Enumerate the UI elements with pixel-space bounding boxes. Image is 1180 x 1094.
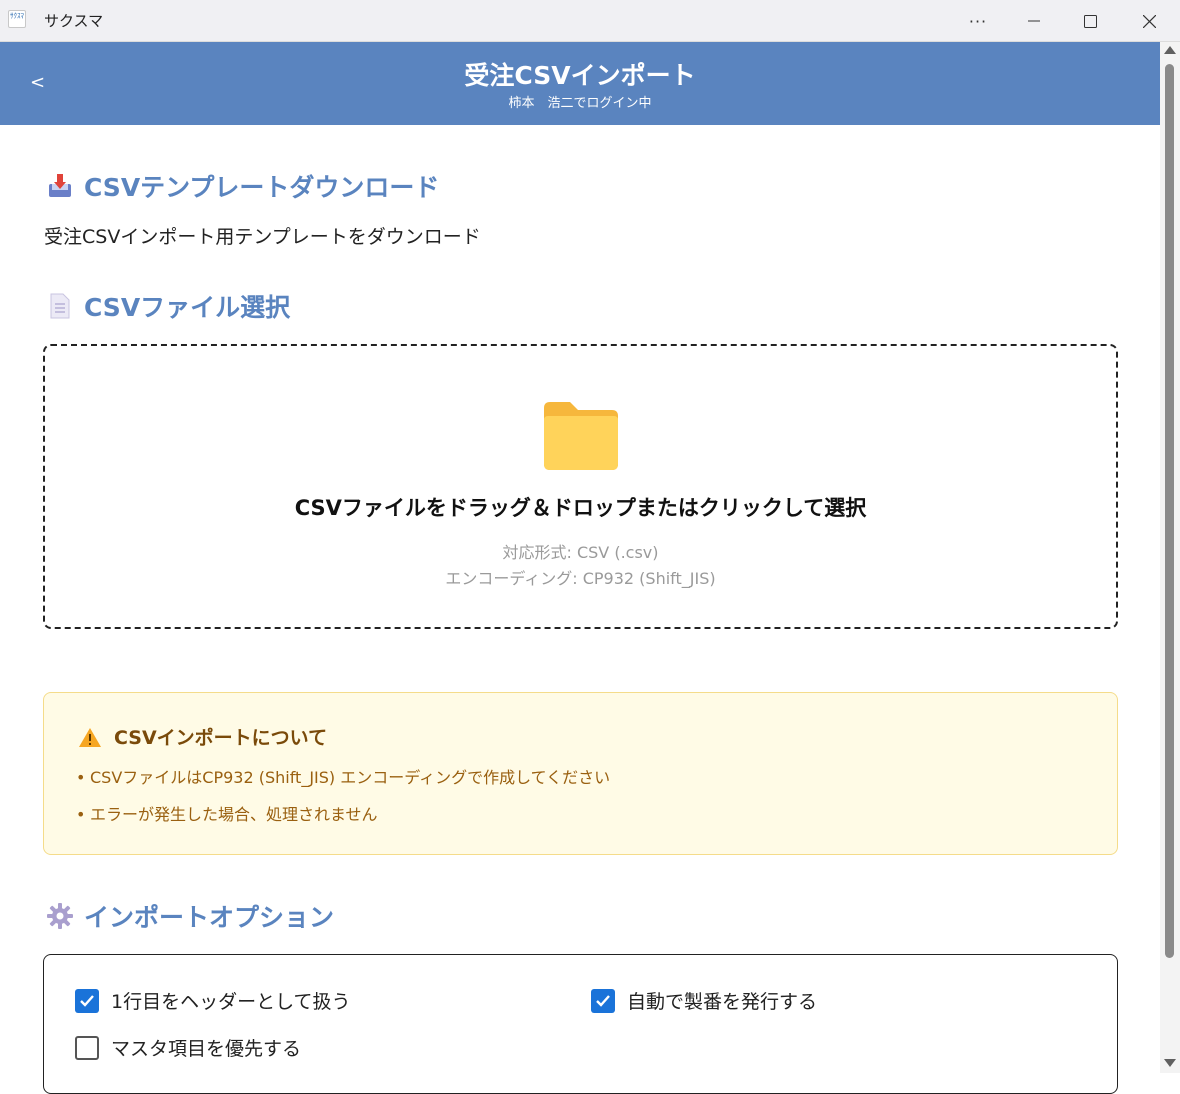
option-header-row[interactable]: 1行目をヘッダーとして扱う <box>75 987 351 1014</box>
import-options-heading: インポートオプション <box>46 898 334 934</box>
notice-title: CSVインポートについて <box>78 723 327 750</box>
file-select-label: CSVファイル選択 <box>84 293 291 322</box>
checkmark-icon <box>596 994 610 1007</box>
login-status: 柿本 浩二でログイン中 <box>508 96 652 111</box>
file-select-heading: CSVファイル選択 <box>46 288 290 324</box>
minimize-button[interactable] <box>1011 0 1057 42</box>
master-priority-checkbox[interactable] <box>75 1035 99 1060</box>
app-icon: ｻｸｽﾏ <box>8 10 26 28</box>
bullet: • <box>76 768 86 787</box>
more-options-button[interactable]: ··· <box>955 0 1001 42</box>
option-label: マスタ項目を優先する <box>111 1038 302 1060</box>
close-button[interactable] <box>1126 0 1172 42</box>
template-description: 受注CSVインポート用テンプレートをダウンロード <box>44 226 481 248</box>
scrollbar-thumb[interactable] <box>1165 64 1174 958</box>
csv-drop-zone[interactable]: CSVファイルをドラッグ＆ドロップまたはクリックして選択 対応形式: CSV (… <box>43 344 1118 629</box>
option-auto-serial[interactable]: 自動で製番を発行する <box>591 987 817 1014</box>
checkmark-icon <box>80 994 94 1007</box>
scroll-down-arrow-icon[interactable] <box>1164 1059 1176 1067</box>
maximize-icon <box>1083 14 1097 28</box>
option-label: 1行目をヘッダーとして扱う <box>111 991 351 1013</box>
encoding-text: エンコーディング: CP932 (Shift_JIS) <box>445 569 716 588</box>
more-icon: ··· <box>968 11 988 31</box>
header-row-checkbox[interactable] <box>75 988 99 1013</box>
supported-format-text: 対応形式: CSV (.csv) <box>502 543 659 562</box>
page-header: < 受注CSVインポート 柿本 浩二でログイン中 <box>0 42 1160 125</box>
import-options-label: インポートオプション <box>84 903 335 932</box>
gear-icon <box>47 903 73 929</box>
page-title: 受注CSVインポート <box>464 61 696 90</box>
window-title: サクスマ <box>44 12 104 30</box>
minimize-icon <box>1028 20 1040 22</box>
import-options-panel: 1行目をヘッダーとして扱う 自動で製番を発行する マスタ項目を優先する <box>43 954 1118 1094</box>
option-master-priority[interactable]: マスタ項目を優先する <box>75 1034 301 1061</box>
maximize-button[interactable] <box>1067 0 1113 42</box>
notice-item-text: エラーが発生した場合、処理されません <box>90 805 378 824</box>
scroll-up-arrow-icon[interactable] <box>1164 46 1176 54</box>
notice-item: • エラーが発生した場合、処理されません <box>76 801 378 825</box>
warning-icon <box>79 727 101 747</box>
auto-serial-checkbox[interactable] <box>591 988 615 1013</box>
notice-item: • CSVファイルはCP932 (Shift_JIS) エンコーディングで作成して… <box>76 764 610 788</box>
notice-title-text: CSVインポートについて <box>114 727 328 749</box>
template-download-heading[interactable]: CSVテンプレートダウンロード <box>46 168 439 204</box>
drop-zone-instruction: CSVファイルをドラッグ＆ドロップまたはクリックして選択 <box>294 496 867 520</box>
document-icon <box>50 293 70 319</box>
close-icon <box>1142 14 1156 28</box>
window-title-bar: ｻｸｽﾏ サクスマ ··· <box>0 0 1180 42</box>
bullet: • <box>76 805 86 824</box>
template-download-label: CSVテンプレートダウンロード <box>84 173 440 202</box>
inbox-download-icon <box>49 174 71 197</box>
import-notice: CSVインポートについて • CSVファイルはCP932 (Shift_JIS) … <box>43 692 1118 855</box>
folder-icon <box>544 402 618 470</box>
notice-item-text: CSVファイルはCP932 (Shift_JIS) エンコーディングで作成してく… <box>90 768 611 787</box>
option-label: 自動で製番を発行する <box>627 991 818 1013</box>
